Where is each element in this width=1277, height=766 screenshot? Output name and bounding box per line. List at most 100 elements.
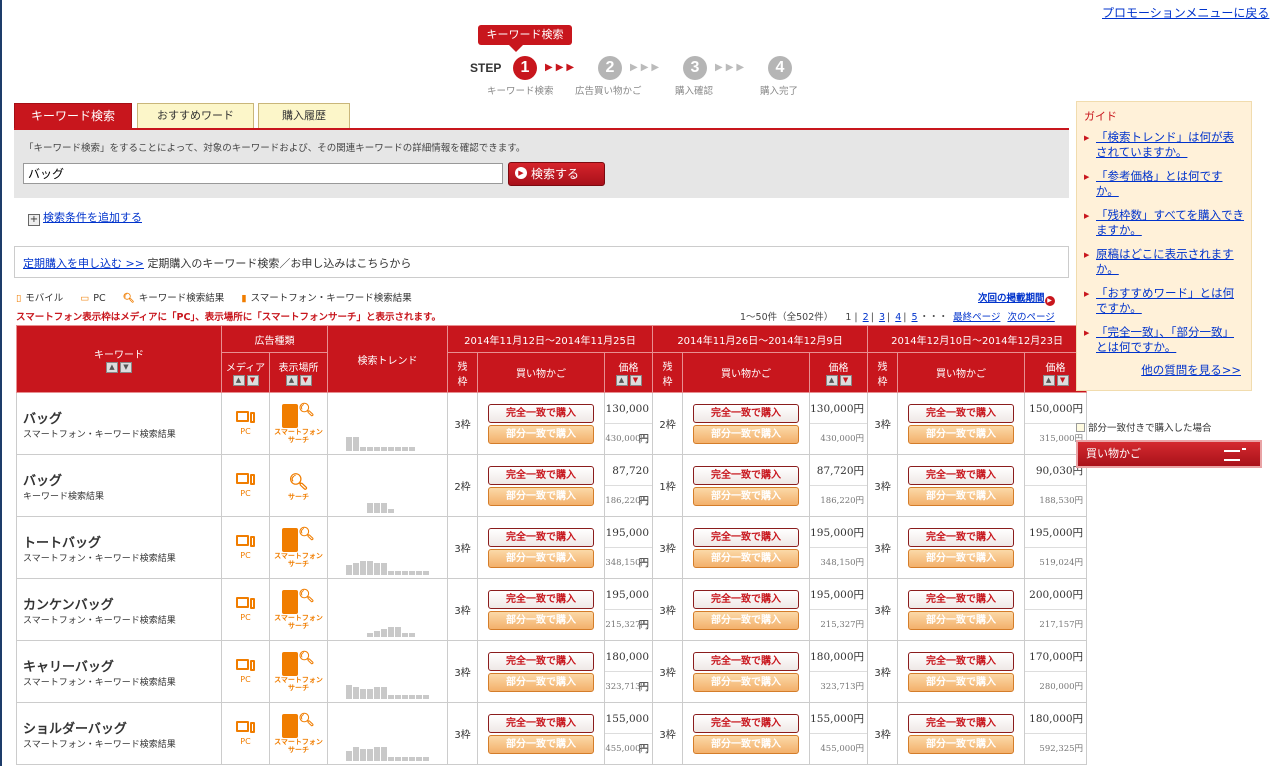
guide-link[interactable]: 「おすすめワード」とは何ですか。 bbox=[1096, 286, 1234, 315]
sort-down-icon[interactable]: ▼ bbox=[839, 375, 852, 386]
buy-exact-match-button[interactable]: 完全一致で購入 bbox=[488, 465, 594, 485]
buy-partial-match-button[interactable]: 部分一致で購入 bbox=[693, 610, 800, 630]
buy-exact-match-button[interactable]: 完全一致で購入 bbox=[488, 589, 594, 609]
partial-price: 323,713円 bbox=[605, 681, 650, 692]
sort-up-icon[interactable]: ▲ bbox=[232, 375, 245, 386]
buy-exact-match-button[interactable]: 完全一致で購入 bbox=[908, 465, 1015, 485]
buy-exact-match-button[interactable]: 完全一致で購入 bbox=[488, 651, 594, 671]
buy-exact-match-button[interactable]: 完全一致で購入 bbox=[908, 589, 1015, 609]
search-button[interactable]: 検索する bbox=[508, 162, 605, 186]
page-3-link[interactable]: 3 bbox=[879, 312, 885, 323]
buy-partial-match-button[interactable]: 部分一致で購入 bbox=[908, 672, 1015, 692]
guide-item[interactable]: 「おすすめワード」とは何ですか。 bbox=[1084, 286, 1244, 316]
page-5-link[interactable]: 5 bbox=[912, 312, 918, 323]
sort-down-icon[interactable]: ▼ bbox=[299, 375, 312, 386]
guide-link[interactable]: 「参考価格」とは何ですか。 bbox=[1096, 169, 1223, 198]
next-period-link[interactable]: 次回の掲載期間 ▶ bbox=[978, 290, 1055, 306]
magnifier-icon: 🔍︎ bbox=[298, 402, 315, 418]
sort-down-icon[interactable]: ▼ bbox=[1056, 375, 1069, 386]
guide-item[interactable]: 「検索トレンド」は何が表されていますか。 bbox=[1084, 130, 1244, 160]
buy-exact-match-button[interactable]: 完全一致で購入 bbox=[908, 651, 1015, 671]
guide-link[interactable]: 「検索トレンド」は何が表されていますか。 bbox=[1096, 130, 1234, 159]
buy-partial-match-button[interactable]: 部分一致で購入 bbox=[908, 424, 1015, 444]
last-page-link[interactable]: 最終ページ bbox=[953, 312, 1000, 323]
sort-up-icon[interactable]: ▲ bbox=[825, 375, 838, 386]
buy-partial-match-button[interactable]: 部分一致で購入 bbox=[488, 424, 594, 444]
guide-item[interactable]: 「参考価格」とは何ですか。 bbox=[1084, 169, 1244, 199]
trend-bar bbox=[402, 756, 408, 761]
sort-up-icon[interactable]: ▲ bbox=[106, 361, 118, 373]
regular-purchase-box: 定期購入を申し込む >> 定期購入のキーワード検索／お申し込みはこちらから bbox=[14, 246, 1069, 278]
page-4-link[interactable]: 4 bbox=[895, 312, 901, 323]
add-search-condition[interactable]: + 検索条件を追加する bbox=[28, 209, 142, 226]
buy-partial-match-button[interactable]: 部分一致で購入 bbox=[488, 734, 594, 754]
step-arrows-3: ▶▶▶ bbox=[715, 62, 748, 73]
regular-purchase-link[interactable]: 定期購入を申し込む >> bbox=[23, 257, 144, 270]
buy-exact-match-button[interactable]: 完全一致で購入 bbox=[693, 713, 800, 733]
buy-partial-match-button[interactable]: 部分一致で購入 bbox=[693, 672, 800, 692]
buy-partial-match-button[interactable]: 部分一致で購入 bbox=[488, 610, 594, 630]
shopping-cart-button[interactable]: 買い物かご bbox=[1076, 440, 1262, 468]
buy-partial-match-button[interactable]: 部分一致で購入 bbox=[908, 734, 1015, 754]
trend-bar bbox=[416, 694, 422, 699]
remaining-slots: 3枠 bbox=[652, 516, 684, 579]
guide-link[interactable]: 原稿はどこに表示されますか。 bbox=[1096, 247, 1234, 276]
buy-exact-match-button[interactable]: 完全一致で購入 bbox=[488, 527, 594, 547]
search-trend bbox=[327, 454, 448, 517]
buy-exact-match-button[interactable]: 完全一致で購入 bbox=[908, 403, 1015, 423]
back-to-promotion-menu-link[interactable]: プロモーションメニューに戻る bbox=[1102, 4, 1269, 21]
buy-partial-match-button[interactable]: 部分一致で購入 bbox=[693, 734, 800, 754]
buy-partial-match-button[interactable]: 部分一致で購入 bbox=[693, 424, 800, 444]
buy-partial-match-button[interactable]: 部分一致で購入 bbox=[488, 672, 594, 692]
tab-recommended-words[interactable]: おすすめワード bbox=[137, 103, 254, 129]
sort-up-icon[interactable]: ▲ bbox=[615, 375, 628, 386]
next-page-link[interactable]: 次のページ bbox=[1007, 312, 1054, 323]
search-trend bbox=[327, 640, 448, 703]
guide-link[interactable]: 「完全一致」、「部分一致」とは何ですか。 bbox=[1096, 325, 1234, 354]
buy-exact-match-button[interactable]: 完全一致で購入 bbox=[693, 403, 800, 423]
partial-price: 215,327円 bbox=[605, 619, 650, 630]
buy-partial-match-button[interactable]: 部分一致で購入 bbox=[693, 548, 800, 568]
more-questions-link[interactable]: 他の質問を見る>> bbox=[1141, 362, 1241, 378]
buy-exact-match-button[interactable]: 完全一致で購入 bbox=[693, 651, 800, 671]
sort-down-icon[interactable]: ▼ bbox=[629, 375, 642, 386]
media-pc: PC bbox=[221, 516, 270, 579]
page-2-link[interactable]: 2 bbox=[863, 312, 869, 323]
buy-partial-match-button[interactable]: 部分一致で購入 bbox=[488, 548, 594, 568]
sort-up-icon[interactable]: ▲ bbox=[285, 375, 298, 386]
trend-bar bbox=[381, 746, 387, 761]
guide-link[interactable]: 「残枠数」すべてを購入できますか。 bbox=[1096, 208, 1244, 237]
tab-purchase-history[interactable]: 購入履歴 bbox=[258, 103, 350, 129]
partial-price: 186,220円 bbox=[820, 495, 865, 506]
buy-exact-match-button[interactable]: 完全一致で購入 bbox=[908, 713, 1015, 733]
keyword-name: キャリーバッグ bbox=[23, 658, 114, 674]
tab-keyword-search[interactable]: キーワード検索 bbox=[14, 103, 132, 129]
remaining-slots: 3枠 bbox=[867, 578, 899, 641]
buy-exact-match-button[interactable]: 完全一致で購入 bbox=[693, 465, 800, 485]
buy-exact-match-button[interactable]: 完全一致で購入 bbox=[908, 527, 1015, 547]
buy-exact-match-button[interactable]: 完全一致で購入 bbox=[488, 403, 594, 423]
partial-price: 430,000円 bbox=[820, 433, 865, 444]
buy-exact-match-button[interactable]: 完全一致で購入 bbox=[693, 527, 800, 547]
buy-exact-match-button[interactable]: 完全一致で購入 bbox=[693, 589, 800, 609]
media-pc: PC bbox=[221, 392, 270, 455]
sort-down-icon[interactable]: ▼ bbox=[120, 361, 132, 373]
sort-down-icon[interactable]: ▼ bbox=[246, 375, 259, 386]
sort-up-icon[interactable]: ▲ bbox=[1042, 375, 1055, 386]
legend-keyword-search: キーワード検索結果 bbox=[138, 293, 225, 304]
guide-item[interactable]: 「完全一致」、「部分一致」とは何ですか。 bbox=[1084, 325, 1244, 355]
add-search-condition-link[interactable]: 検索条件を追加する bbox=[43, 211, 142, 224]
table-row: バッグ キーワード検索結果 PC 🔍︎ サーチ 2枠 完全一致で購入 部分一致で購入 87,72… bbox=[16, 454, 1088, 517]
keyword-search-input[interactable] bbox=[23, 163, 503, 184]
guide-item[interactable]: 原稿はどこに表示されますか。 bbox=[1084, 247, 1244, 277]
buy-partial-match-button[interactable]: 部分一致で購入 bbox=[488, 486, 594, 506]
buy-partial-match-button[interactable]: 部分一致で購入 bbox=[908, 548, 1015, 568]
buy-partial-match-button[interactable]: 部分一致で購入 bbox=[908, 486, 1015, 506]
step-3-circle: 3 bbox=[683, 56, 707, 80]
trend-bar bbox=[423, 694, 429, 699]
buy-exact-match-button[interactable]: 完全一致で購入 bbox=[488, 713, 594, 733]
header-trend: 検索トレンド bbox=[327, 325, 448, 393]
guide-item[interactable]: 「残枠数」すべてを購入できますか。 bbox=[1084, 208, 1244, 238]
buy-partial-match-button[interactable]: 部分一致で購入 bbox=[908, 610, 1015, 630]
buy-partial-match-button[interactable]: 部分一致で購入 bbox=[693, 486, 800, 506]
